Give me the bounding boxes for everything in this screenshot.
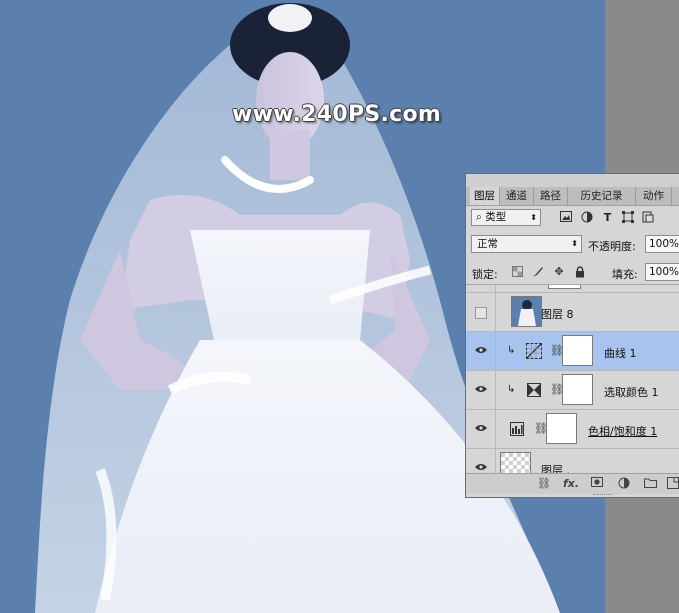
adjustment-filter-icon[interactable]	[580, 211, 593, 224]
chevron-updown-icon: ⬍	[530, 213, 537, 222]
lock-position-icon[interactable]: ✥	[553, 266, 565, 278]
visibility-cell[interactable]	[466, 449, 496, 473]
smart-object-filter-icon[interactable]	[641, 211, 654, 224]
panel-tabs: 图层 通道 路径 历史记录 动作	[466, 187, 679, 206]
layer-name[interactable]: 色相/饱和度 1	[588, 423, 657, 439]
eye-icon[interactable]	[475, 463, 487, 471]
visibility-cell[interactable]	[466, 371, 496, 409]
tab-history[interactable]: 历史记录	[568, 187, 636, 205]
fx-icon[interactable]: fx.	[563, 477, 579, 491]
layers-panel[interactable]: 图层 通道 路径 历史记录 动作 ⌕ 类型 ⬍ T 正常 ⬍ 不透明度: 100…	[465, 173, 679, 498]
panel-bottom-toolbar: ⛓ fx.	[466, 473, 679, 494]
blend-mode-select[interactable]: 正常 ⬍	[471, 235, 582, 253]
visibility-cell[interactable]	[466, 332, 496, 370]
watermark-text: www.240PS.com	[232, 102, 442, 127]
layer-list[interactable]: 图层 8 ↳ ⛓ 曲线 1 ↳ ⛓ 选取颜色 1 ⛓ 色相/饱和度 1 图层 .	[466, 285, 679, 473]
new-layer-icon[interactable]	[666, 477, 679, 491]
link-layers-icon[interactable]: ⛓	[537, 477, 551, 491]
add-mask-icon[interactable]	[590, 477, 604, 491]
image-filter-icon[interactable]	[559, 211, 572, 224]
lock-row: 锁定: ✥ 填充: 100%	[466, 260, 679, 285]
layer-row-hidden-top[interactable]	[466, 285, 679, 293]
layer-name[interactable]: 图层 8	[541, 306, 574, 322]
shape-filter-icon[interactable]	[621, 211, 634, 224]
layer-thumbnail[interactable]	[500, 452, 531, 473]
eye-icon[interactable]	[475, 385, 487, 393]
visibility-off-box[interactable]	[475, 307, 487, 319]
lock-label: 锁定:	[472, 268, 498, 281]
layer-filter-row: ⌕ 类型 ⬍ T	[466, 206, 679, 230]
lock-all-icon[interactable]	[574, 266, 586, 278]
chevron-updown-icon: ⬍	[571, 239, 578, 248]
hue-saturation-adjustment-icon[interactable]	[510, 422, 524, 436]
search-icon: ⌕	[476, 211, 486, 223]
layer-row-selected[interactable]: ↳ ⛓ 曲线 1	[466, 332, 679, 371]
bride-thumbnail-icon	[518, 300, 536, 326]
panel-header-strip[interactable]	[466, 174, 679, 188]
layer-name[interactable]: 选取颜色 1	[604, 384, 659, 400]
layer-name[interactable]: 曲线 1	[604, 345, 637, 361]
mask-thumbnail[interactable]	[562, 335, 593, 366]
eye-icon[interactable]	[475, 346, 487, 354]
lock-pixels-icon[interactable]	[532, 266, 544, 278]
tab-layers[interactable]: 图层	[470, 187, 500, 205]
layer-row[interactable]: 图层 .	[466, 449, 679, 473]
fill-label: 填充:	[612, 268, 638, 281]
selective-color-adjustment-icon[interactable]	[527, 383, 541, 397]
type-filter-icon[interactable]: T	[601, 211, 614, 224]
visibility-cell[interactable]	[466, 285, 496, 292]
blend-mode-value: 正常	[477, 238, 498, 250]
eye-icon[interactable]	[475, 424, 487, 432]
resize-grip[interactable]	[593, 494, 613, 498]
layer-name[interactable]: 图层 .	[541, 462, 570, 473]
clipping-arrow-icon: ↳	[507, 345, 516, 356]
mask-thumbnail[interactable]	[562, 374, 593, 405]
clipping-arrow-icon: ↳	[507, 384, 516, 395]
lock-transparency-icon[interactable]	[511, 266, 523, 278]
blend-row: 正常 ⬍ 不透明度: 100%	[466, 232, 679, 256]
tab-actions[interactable]: 动作	[636, 187, 672, 205]
curves-adjustment-icon[interactable]	[526, 343, 542, 359]
new-adjustment-icon[interactable]	[617, 477, 631, 491]
visibility-cell[interactable]	[466, 410, 496, 448]
fill-input[interactable]: 100%	[645, 263, 679, 281]
mask-thumbnail[interactable]	[546, 413, 577, 444]
layer-row[interactable]: ↳ ⛓ 选取颜色 1	[466, 371, 679, 410]
mask-thumbnail[interactable]	[548, 285, 581, 289]
tab-channels[interactable]: 通道	[500, 187, 534, 205]
layer-row[interactable]: ⛓ 色相/饱和度 1	[466, 410, 679, 449]
new-group-icon[interactable]	[643, 477, 657, 491]
opacity-input[interactable]: 100%	[645, 235, 679, 253]
layer-thumbnail[interactable]	[511, 296, 542, 327]
layer-row[interactable]: 图层 8	[466, 293, 679, 332]
filter-kind-select[interactable]: ⌕ 类型 ⬍	[471, 209, 541, 226]
filter-kind-label: 类型	[485, 211, 507, 223]
tab-paths[interactable]: 路径	[534, 187, 568, 205]
visibility-cell[interactable]	[466, 293, 496, 331]
opacity-label: 不透明度:	[588, 240, 636, 253]
